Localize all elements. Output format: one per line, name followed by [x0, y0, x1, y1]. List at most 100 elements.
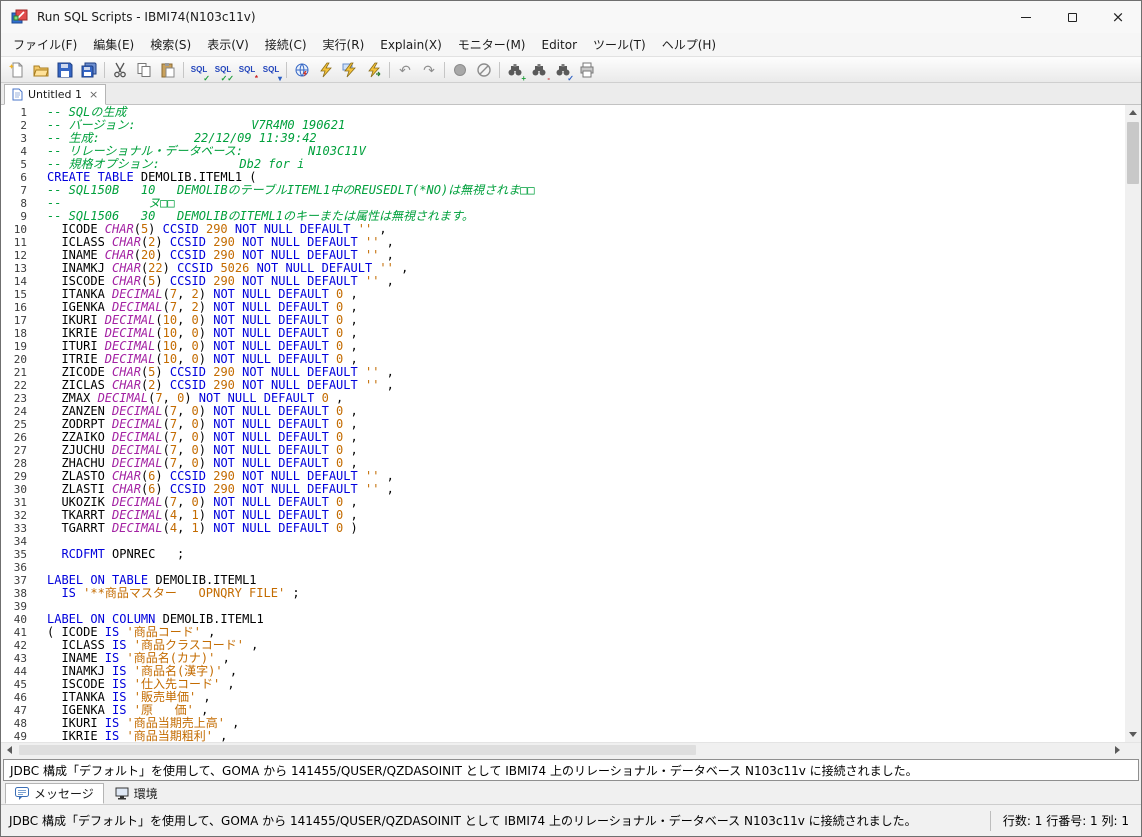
- run-from-selected-button[interactable]: [362, 59, 386, 81]
- menu-edit[interactable]: 編集(E): [85, 33, 142, 56]
- menu-view[interactable]: 表示(V): [199, 33, 257, 56]
- tab-environment[interactable]: 環境: [106, 783, 167, 804]
- tab-untitled-1[interactable]: Untitled 1 ×: [4, 84, 107, 105]
- down-arrow-mark-icon: ▾: [277, 73, 282, 83]
- vertical-scrollbar[interactable]: [1125, 105, 1141, 742]
- line-number: 24: [13, 405, 27, 418]
- minimize-button[interactable]: [1003, 1, 1049, 33]
- minimize-icon: [1021, 16, 1031, 18]
- format-sql-button[interactable]: SQL *: [235, 59, 259, 83]
- close-button[interactable]: ×: [1095, 1, 1141, 33]
- minus-mark-icon: -: [547, 73, 550, 83]
- printer-icon: [580, 62, 594, 77]
- scroll-up-button[interactable]: [1125, 105, 1141, 120]
- horizontal-scroll-track[interactable]: [17, 743, 1109, 757]
- line-number: 32: [13, 509, 27, 522]
- run-selected-button[interactable]: [338, 59, 362, 81]
- asterisk-mark-icon: *: [254, 73, 258, 83]
- tab-close-icon[interactable]: ×: [87, 88, 98, 101]
- maximize-button[interactable]: [1049, 1, 1095, 33]
- line-number: 34: [13, 535, 27, 548]
- script-page-icon: [12, 88, 23, 101]
- menu-search[interactable]: 検索(S): [142, 33, 199, 56]
- sql-glyph: SQL: [262, 65, 280, 74]
- tab-messages-label: メッセージ: [34, 787, 94, 801]
- menu-monitor[interactable]: モニター(M): [450, 33, 534, 56]
- stop-button[interactable]: [448, 59, 472, 81]
- open-button[interactable]: [29, 59, 53, 81]
- environment-monitor-icon: [115, 787, 129, 800]
- print-button[interactable]: [575, 59, 599, 81]
- line-number: 11: [13, 236, 27, 249]
- save-button[interactable]: [53, 59, 77, 81]
- line-number: 28: [13, 457, 27, 470]
- line-number: 19: [13, 340, 27, 353]
- toolbar-separator: [499, 61, 500, 78]
- menu-explain[interactable]: Explain(X): [372, 35, 450, 55]
- scroll-left-button[interactable]: [1, 743, 17, 757]
- line-number: 23: [13, 392, 27, 405]
- run-all-button[interactable]: [314, 59, 338, 81]
- menu-help[interactable]: ヘルプ(H): [654, 33, 724, 56]
- redo-button[interactable]: ↷: [417, 59, 441, 81]
- menu-connection[interactable]: 接続(C): [257, 33, 315, 56]
- line-number: 33: [13, 522, 27, 535]
- run-all-icon: [320, 62, 332, 77]
- line-number: 10: [13, 223, 27, 236]
- syntax-check-all-button[interactable]: SQL ✓✓: [211, 59, 235, 82]
- code-line: ITANKA IS '販売単価' ,: [47, 690, 211, 704]
- redo-icon: ↷: [423, 61, 435, 78]
- code-line: RCDFMT OPNREC ;: [61, 547, 185, 561]
- vertical-scroll-thumb[interactable]: [1127, 122, 1139, 184]
- run-selected-icon: [342, 62, 356, 77]
- line-number-gutter: 1 2 3 4 5 6 7 8 9 10 11 12 13 14 15 16 17 18 19 20 21 22 23 24 2…: [1, 105, 37, 743]
- line-number: 39: [13, 600, 27, 613]
- line-number: 46: [13, 691, 27, 704]
- line-number: 22: [13, 379, 27, 392]
- scroll-right-button[interactable]: [1109, 743, 1125, 757]
- paste-icon: [161, 62, 175, 77]
- vertical-scroll-track[interactable]: [1125, 120, 1141, 727]
- connection-message: JDBC 構成「デフォルト」を使用して、GOMA から 141455/QUSER…: [10, 763, 918, 778]
- find-next-button[interactable]: +: [503, 59, 527, 82]
- line-number: 13: [13, 262, 27, 275]
- toolbar-separator: [389, 61, 390, 78]
- new-document-icon: [9, 62, 23, 77]
- scroll-down-button[interactable]: [1125, 727, 1141, 742]
- line-number: 35: [13, 548, 27, 561]
- save-all-button[interactable]: [77, 59, 101, 81]
- find-prev-button[interactable]: -: [527, 59, 551, 83]
- line-number: 27: [13, 444, 27, 457]
- sql-editor: 1 2 3 4 5 6 7 8 9 10 11 12 13 14 15 16 17 18 19 20 21 22 23 24 2…: [1, 105, 1141, 757]
- up-arrow-icon: [1129, 110, 1137, 115]
- cancel-request-button[interactable]: [472, 59, 496, 81]
- toolbar: SQL ✓ SQL ✓✓ SQL * SQL ▾ ↶ ↷ + - ✓: [1, 56, 1141, 83]
- undo-button[interactable]: ↶: [393, 59, 417, 81]
- window-controls: ×: [1003, 1, 1141, 33]
- menu-run[interactable]: 実行(R): [315, 33, 373, 56]
- down-arrow-icon: [1129, 732, 1137, 737]
- syntax-check-button[interactable]: SQL ✓: [187, 59, 211, 82]
- find-all-button[interactable]: ✓: [551, 59, 575, 82]
- cut-button[interactable]: [108, 59, 132, 81]
- toolbar-separator: [444, 61, 445, 78]
- menu-editor[interactable]: Editor: [533, 35, 585, 55]
- sql-assist-button[interactable]: SQL ▾: [259, 59, 283, 83]
- open-folder-icon: [33, 65, 49, 76]
- new-script-button[interactable]: [5, 59, 29, 81]
- copy-button[interactable]: [132, 59, 156, 81]
- line-number: 9: [20, 210, 27, 223]
- code-area[interactable]: -- SQLの生成 -- バージョン: V7R4M0 190621 -- 生成: 2…: [37, 105, 1125, 742]
- line-number: 4: [20, 145, 27, 158]
- menu-file[interactable]: ファイル(F): [5, 33, 85, 56]
- stop-icon: [454, 63, 466, 76]
- paste-button[interactable]: [156, 59, 180, 81]
- connect-button[interactable]: [290, 59, 314, 81]
- tab-messages[interactable]: メッセージ: [5, 783, 104, 804]
- line-number: 25: [13, 418, 27, 431]
- line-number: 42: [13, 639, 27, 652]
- horizontal-scroll-thumb[interactable]: [19, 745, 697, 755]
- line-number: 7: [20, 184, 27, 197]
- horizontal-scrollbar[interactable]: [1, 742, 1141, 757]
- menu-tools[interactable]: ツール(T): [585, 33, 654, 56]
